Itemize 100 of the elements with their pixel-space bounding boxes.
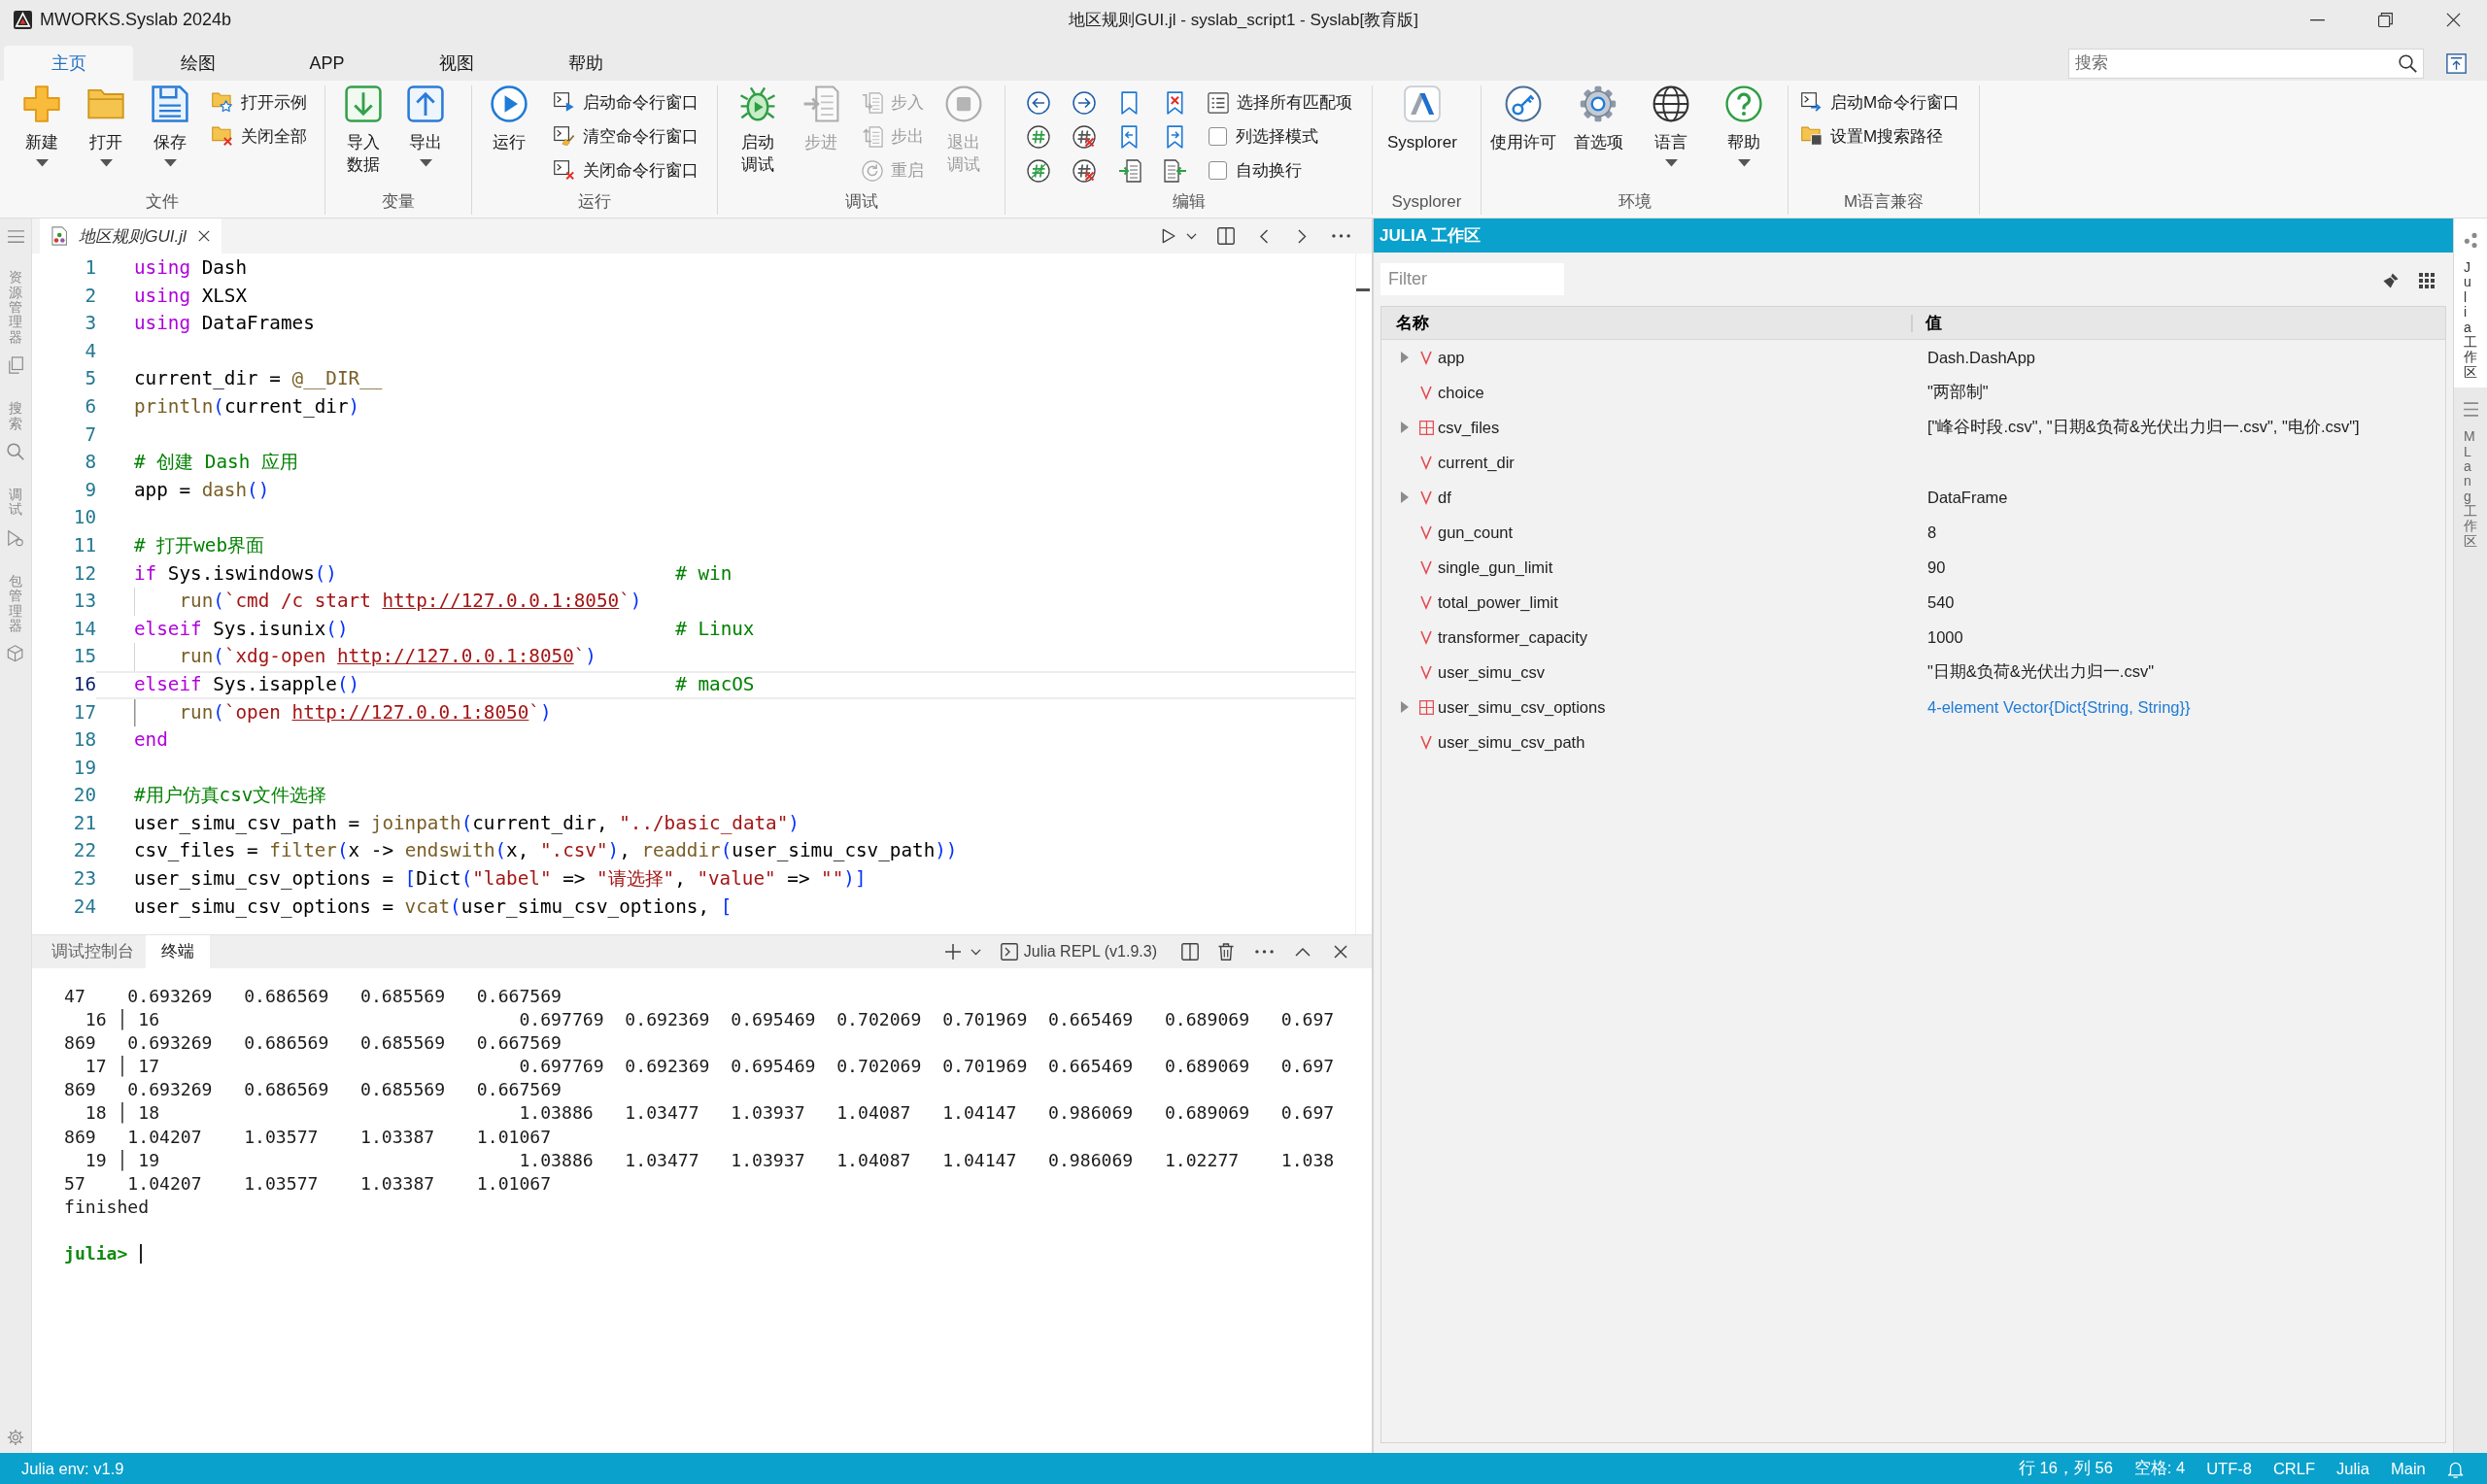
ribbon-button[interactable]: 打开 [75,85,137,167]
search-input[interactable]: 搜索 [2075,50,2399,77]
play-circle-icon [491,85,528,122]
group-label: 环境 [1617,191,1652,213]
panel-tab[interactable]: 调试控制台 [40,935,146,968]
ribbon-button[interactable]: Sysplorer [1387,85,1457,153]
checkbox-label[interactable]: 列选择模式 [1236,125,1318,148]
ribbon-button[interactable]: 启动命令行窗口 [553,85,698,119]
collapse-ribbon-icon[interactable] [2446,52,2467,74]
panel-title: JULIA 工作区 [1380,225,1482,247]
bookmark-x-icon[interactable] [1166,90,1184,115]
filter-field[interactable]: Filter [1380,263,1564,295]
ribbon-button[interactable]: 设置M搜索路径 [1800,119,1960,153]
variable-value: 8 [1926,523,1937,542]
bookmark-arrow-right-icon[interactable] [1166,124,1184,149]
settings-icon[interactable] [7,1429,24,1446]
variable-icon [1420,665,1432,679]
terminal-line: 869 0.693269 0.686569 0.685569 0.667569 [64,1078,562,1102]
panel-tab[interactable]: 终端 [146,935,210,968]
checkbox-label[interactable]: 自动换行 [1236,159,1302,182]
ribbon-button[interactable]: 关闭命令行窗口 [553,153,698,187]
menu-icon[interactable] [7,230,24,244]
checkbox[interactable] [1209,127,1227,146]
side-tab[interactable]: Julia 工作区 [2454,219,2487,388]
column-header: 名称 [1396,313,1429,334]
plus-icon[interactable] [944,944,961,960]
hash-x-circle-icon[interactable] [1072,158,1096,183]
split-terminal-icon[interactable] [1181,943,1199,961]
chevron-right-icon[interactable] [1297,228,1306,244]
ribbon-button[interactable]: 运行 [478,85,540,153]
folder-x-icon [212,126,233,147]
arrow-left-circle-icon[interactable] [1026,90,1050,115]
variable-name: csv_files [1438,418,1500,437]
caret-right-icon[interactable] [1401,422,1409,433]
ribbon-button[interactable]: 首选项 [1567,85,1629,153]
minimize-icon[interactable] [2309,18,2325,21]
play-icon[interactable] [1161,228,1176,244]
code-link[interactable]: http://127.0.0.1:8050 [336,645,574,668]
hash-slash-circle-icon[interactable] [1026,158,1050,183]
value-link[interactable]: 4-element Vector{Dict{String, String}} [1913,697,2191,717]
code-link[interactable]: http://127.0.0.1:8050 [382,590,620,613]
terminal-x-icon [554,160,575,181]
indent-icon[interactable] [1117,158,1141,183]
trash-icon[interactable] [1218,943,1234,961]
ribbon-tab[interactable]: 视图 [392,46,521,81]
line-number: 19 [72,755,96,781]
side-tab[interactable]: MLang 工作区 [2454,388,2487,557]
ribbon-button[interactable]: 帮助 [1713,85,1775,167]
close-icon[interactable] [2445,13,2461,27]
line-number: 14 [72,616,96,642]
ribbon-tab[interactable]: 绘图 [133,46,262,81]
checkbox[interactable] [1209,161,1227,180]
ribbon-tab[interactable]: 主页 [4,46,133,81]
code-link[interactable]: http://127.0.0.1:8050 [291,700,529,724]
ribbon-button[interactable]: 清空命令行窗口 [553,119,698,153]
caret-right-icon[interactable] [1401,701,1409,713]
search-field[interactable]: 搜索 [2068,48,2424,79]
caret-right-icon[interactable] [1401,491,1409,503]
close-icon[interactable] [1334,945,1347,959]
ribbon-button[interactable]: 语言 [1640,85,1702,167]
ribbon-button[interactable]: 使用许可 [1490,85,1556,153]
ribbon-tab[interactable]: 帮助 [521,46,650,81]
ribbon-tab[interactable]: APP [262,46,392,81]
scrollbar-marker [1356,288,1370,291]
hash-x-circle-icon[interactable] [1072,124,1096,149]
search-icon[interactable] [2399,53,2417,73]
editor-tab[interactable]: 地区规则GUI.jl [40,219,221,253]
more-icon[interactable] [1332,234,1350,238]
ribbon-button[interactable]: 关闭全部 [211,119,307,153]
chevron-down-icon[interactable] [1186,232,1198,240]
restore-icon[interactable] [2377,13,2393,27]
more-icon[interactable] [1255,950,1274,954]
terminal-prompt: julia> [64,1242,128,1266]
variable-value: 90 [1926,557,1946,577]
terminal-selector[interactable]: Julia REPL (v1.9.3) [1000,943,1157,961]
chevron-up-icon[interactable] [1295,947,1311,957]
grid-icon[interactable] [2419,273,2435,288]
ribbon-button[interactable]: 保存 [139,85,201,167]
split-editor-icon[interactable] [1217,227,1236,245]
brush-icon[interactable] [2383,273,2399,288]
chevron-down-icon[interactable] [970,948,981,956]
ribbon-button[interactable]: 启动M命令行窗口 [1800,85,1960,119]
package-icon [7,645,24,663]
group-label: M语言兼容 [1842,191,1925,213]
arrow-right-circle-icon[interactable] [1072,90,1096,115]
ribbon-button[interactable]: 启动调试 [727,85,789,176]
bookmark-icon[interactable] [1120,90,1139,115]
ribbon-button[interactable]: 新建 [11,85,73,167]
ribbon-button[interactable]: 选择所有匹配项 [1207,85,1352,119]
ribbon-button[interactable]: 导入数据 [332,85,394,176]
ribbon-button[interactable]: 导出 [394,85,457,167]
bookmark-arrow-left-icon[interactable] [1120,124,1139,149]
line-number: 17 [72,699,96,725]
close-icon[interactable] [197,230,210,242]
caret-right-icon[interactable] [1401,352,1409,363]
variable-value: "日期&负荷&光伏出力归一.csv" [1926,661,2155,682]
outdent-icon[interactable] [1163,158,1187,183]
hash-circle-icon[interactable] [1026,124,1050,149]
ribbon-button[interactable]: 打开示例 [211,85,307,119]
chevron-left-icon[interactable] [1260,228,1269,244]
